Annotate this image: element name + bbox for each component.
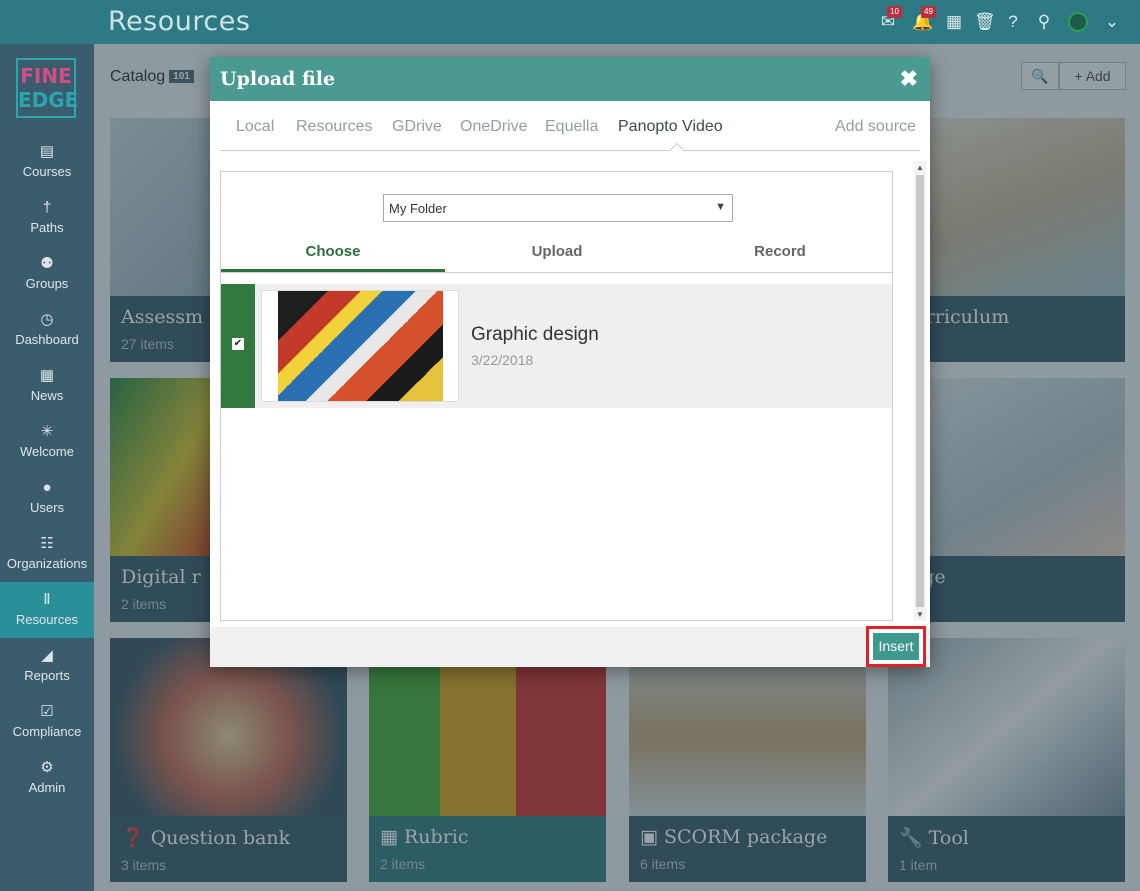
search-icon[interactable]: ⚲: [1034, 12, 1054, 32]
scrollbar-thumb[interactable]: [916, 175, 924, 607]
sidebar-item-groups[interactable]: ⚉ Groups: [0, 246, 94, 302]
sidebar-item-label: Organizations: [6, 556, 88, 571]
sidebar-item-news[interactable]: ▦ News: [0, 358, 94, 414]
add-source-link[interactable]: Add source: [835, 118, 916, 136]
sidebar-item-users[interactable]: ● Users: [0, 470, 94, 526]
source-tabs: Local Resources GDrive OneDrive Equella …: [220, 101, 920, 158]
sidebar-item-reports[interactable]: ◢ Reports: [0, 638, 94, 694]
sidebar-item-courses[interactable]: ▤ Courses: [0, 134, 94, 190]
chart-icon: ◢: [41, 647, 53, 664]
tab-choose[interactable]: Choose: [221, 238, 445, 272]
bell-icon[interactable]: 🔔 49: [912, 6, 936, 32]
sidebar-item-admin[interactable]: ⚙ Admin: [0, 750, 94, 806]
source-tab-resources[interactable]: Resources: [296, 118, 372, 136]
sidebar-item-label: Admin: [28, 780, 66, 795]
item-date: 3/22/2018: [471, 352, 534, 368]
calendar-icon[interactable]: ▦: [944, 12, 964, 32]
logo-line2: EDGE: [18, 88, 79, 112]
gauge-icon: ◷: [40, 311, 54, 328]
source-tab-local[interactable]: Local: [236, 118, 274, 136]
dialog-title: Upload file: [210, 57, 930, 101]
page-title: Resources: [108, 6, 251, 37]
sidebar-item-label: News: [30, 388, 64, 403]
gear-icon: ⚙: [40, 759, 54, 776]
trash-icon[interactable]: 🗑: [974, 12, 996, 32]
user-icon: ●: [42, 479, 52, 496]
insert-button[interactable]: Insert: [873, 633, 919, 660]
sidebar-item-dashboard[interactable]: ◷ Dashboard: [0, 302, 94, 358]
sidebar-item-resources[interactable]: Ⅱ Resources: [0, 582, 94, 638]
scroll-up-icon[interactable]: ▲: [916, 163, 924, 172]
sidebar-item-welcome[interactable]: ✳ Welcome: [0, 414, 94, 470]
mail-icon[interactable]: ✉ 10: [878, 6, 902, 32]
sidebar-item-organizations[interactable]: ☷ Organizations: [0, 526, 94, 582]
org-chart-icon: ☷: [40, 535, 54, 552]
logo[interactable]: FINE EDGE: [16, 58, 79, 118]
sidebar-item-label: Compliance: [12, 724, 82, 739]
news-icon: ▦: [39, 367, 55, 384]
folder-select[interactable]: My Folder ▼: [383, 194, 733, 222]
panopto-panel: My Folder ▼ Choose Upload Record ✔ Graphi…: [220, 171, 893, 621]
library-icon: Ⅱ: [43, 591, 51, 608]
logo-line1: FINE: [20, 64, 72, 88]
dialog-footer: [210, 627, 930, 667]
sidebar-item-compliance[interactable]: ☑ Compliance: [0, 694, 94, 750]
sidebar-item-label: Users: [30, 500, 64, 515]
sidebar-item-label: Groups: [25, 276, 69, 291]
chevron-down-icon[interactable]: ⌄: [1102, 12, 1122, 32]
sidebar-item-label: Resources: [15, 612, 79, 627]
tab-divider: [221, 272, 892, 273]
insert-highlight: Insert: [866, 626, 926, 667]
item-checkbox[interactable]: ✔: [232, 338, 244, 350]
group-icon: ⚉: [40, 255, 54, 272]
help-icon[interactable]: ?: [1003, 12, 1023, 32]
top-bar: Resources ✉ 10 🔔 49 ▦ 🗑 ? ⚲ ⌄: [0, 0, 1140, 44]
folder-select-value: My Folder: [389, 201, 447, 216]
source-tab-panopto[interactable]: Panopto Video: [618, 118, 723, 136]
thumbnail-image: [278, 291, 443, 401]
active-tab-caret: [669, 142, 685, 158]
tab-record[interactable]: Record: [668, 238, 892, 272]
scroll-down-icon[interactable]: ▼: [916, 610, 924, 619]
sidebar-item-label: Courses: [22, 164, 72, 179]
tab-upload[interactable]: Upload: [445, 238, 669, 272]
list-item[interactable]: ✔ Graphic design 3/22/2018: [221, 284, 892, 408]
item-name: Graphic design: [471, 324, 599, 345]
signpost-icon: †: [42, 199, 52, 216]
upload-file-dialog: Upload file ✖ Local Resources GDrive One…: [210, 57, 930, 667]
notification-badge: 49: [921, 6, 936, 18]
chevron-down-icon: ▼: [715, 201, 726, 213]
avatar[interactable]: [1068, 12, 1088, 32]
close-icon[interactable]: ✖: [900, 66, 918, 92]
mail-badge: 10: [887, 6, 902, 18]
clipboard-check-icon: ☑: [40, 703, 54, 720]
sidebar-item-label: Welcome: [20, 444, 74, 459]
sidebar-item-label: Paths: [30, 220, 64, 235]
book-icon: ▤: [39, 143, 55, 160]
scrollbar[interactable]: ▲ ▼: [914, 161, 926, 621]
item-thumbnail: [261, 290, 459, 402]
sidebar-item-label: Reports: [24, 668, 70, 683]
source-tab-onedrive[interactable]: OneDrive: [460, 118, 528, 136]
sidebar-item-label: Dashboard: [15, 332, 79, 347]
sparkle-icon: ✳: [40, 423, 54, 440]
source-tab-equella[interactable]: Equella: [545, 118, 598, 136]
source-tab-gdrive[interactable]: GDrive: [392, 118, 442, 136]
sidebar-item-paths[interactable]: † Paths: [0, 190, 94, 246]
selection-bar: ✔: [221, 284, 255, 408]
